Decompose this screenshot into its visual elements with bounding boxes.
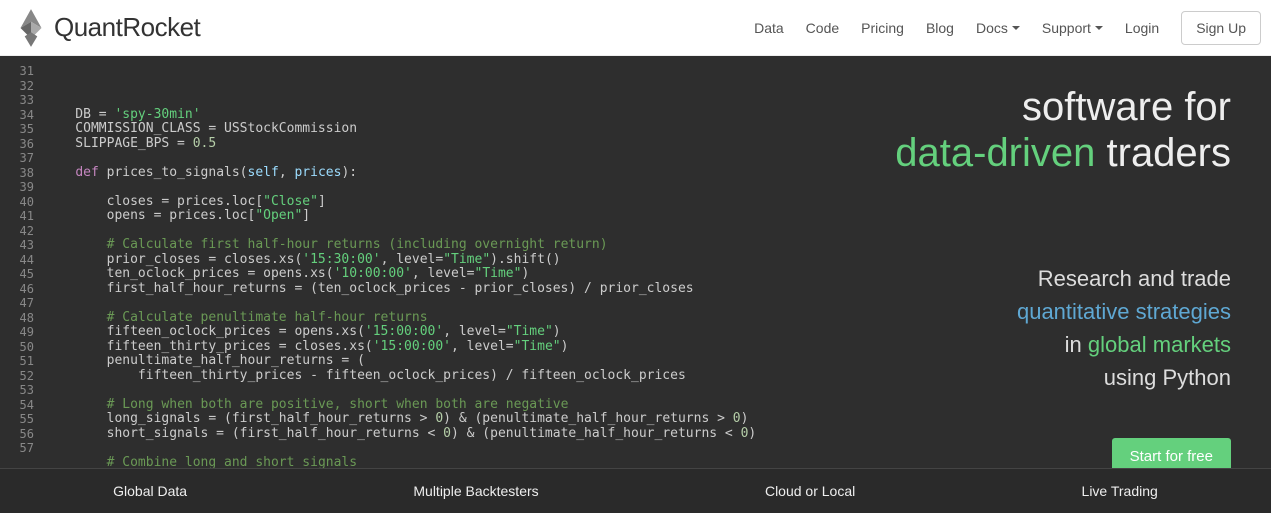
nav-support[interactable]: Support [1042,20,1103,36]
logo[interactable]: QuantRocket [10,7,200,49]
tagline-l1: Research and trade [811,262,1231,295]
hero: 3132333435363738394041424344454647484950… [0,56,1271,468]
nav-docs[interactable]: Docs [976,20,1020,36]
rocket-logo-icon [10,7,52,49]
tagline: Research and trade quantitative strategi… [811,262,1231,394]
header: QuantRocket Data Code Pricing Blog Docs … [0,0,1271,56]
start-free-button[interactable]: Start for free [1112,438,1231,468]
tagline-l4: using Python [811,361,1231,394]
nav-blog[interactable]: Blog [926,20,954,36]
nav: Data Code Pricing Blog Docs Support Logi… [754,11,1261,45]
feature-bar: Global Data Multiple Backtesters Cloud o… [0,468,1271,513]
code-sample: 3132333435363738394041424344454647484950… [0,56,791,468]
code-lines: DB = 'spy-30min' COMMISSION_CLASS = USSt… [44,108,791,469]
feature-global-data[interactable]: Global Data [113,483,187,499]
feature-backtesters[interactable]: Multiple Backtesters [413,483,538,499]
headline-l1: software for [1022,85,1231,129]
caret-down-icon [1095,26,1103,30]
feature-cloud-local[interactable]: Cloud or Local [765,483,855,499]
signup-button[interactable]: Sign Up [1181,11,1261,45]
headline-l2b: traders [1095,131,1231,175]
nav-data[interactable]: Data [754,20,784,36]
headline: software for data-driven traders [811,84,1231,176]
hero-text: software for data-driven traders Researc… [791,56,1271,468]
tagline-l3b: global markets [1088,332,1231,357]
nav-login[interactable]: Login [1125,20,1159,36]
line-gutter: 3132333435363738394041424344454647484950… [0,64,34,456]
nav-code[interactable]: Code [806,20,839,36]
nav-pricing[interactable]: Pricing [861,20,904,36]
caret-down-icon [1012,26,1020,30]
headline-em: data-driven [895,131,1095,175]
feature-live-trading[interactable]: Live Trading [1082,483,1158,499]
tagline-l2: quantitative strategies [811,295,1231,328]
brand-text: QuantRocket [54,12,200,43]
nav-docs-label: Docs [976,20,1008,36]
nav-support-label: Support [1042,20,1091,36]
tagline-l3a: in [1065,332,1088,357]
